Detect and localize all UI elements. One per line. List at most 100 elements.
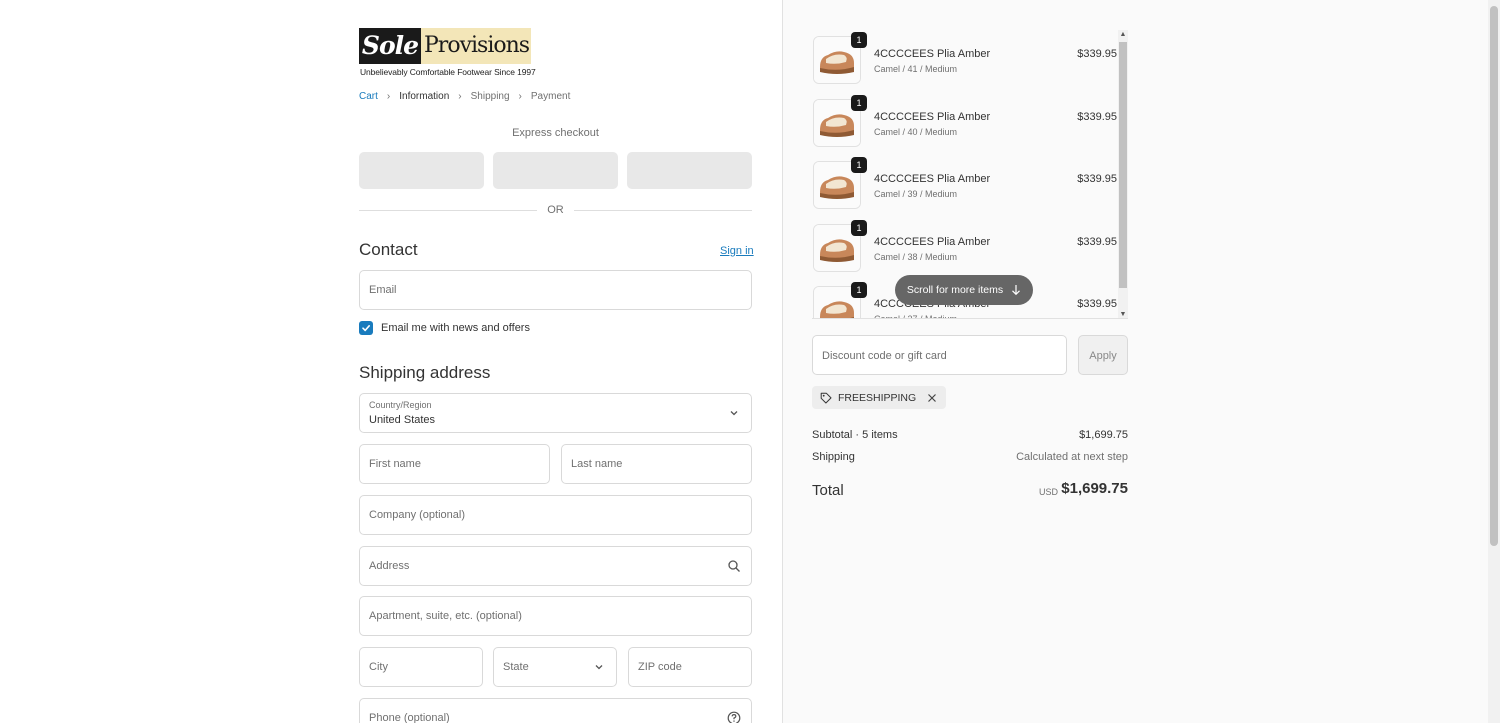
scroll-more-label: Scroll for more items — [906, 284, 1004, 296]
address-placeholder: Address — [369, 560, 410, 572]
shipping-value: Calculated at next step — [1016, 451, 1128, 463]
product-variant: Camel / 40 / Medium — [874, 126, 958, 137]
quantity-badge: 1 — [851, 219, 867, 236]
newsletter-checkbox[interactable] — [359, 321, 373, 335]
store-logo[interactable]: Sole Provisions Unbelievably Comfortable… — [359, 28, 536, 78]
apartment-field[interactable]: Apartment, suite, etc. (optional) — [359, 596, 752, 636]
product-price: $339.95 — [1077, 110, 1117, 123]
breadcrumb-shipping: Shipping — [470, 91, 510, 102]
chevron-down-icon — [595, 665, 603, 670]
apply-discount-button[interactable]: Apply — [1078, 335, 1128, 375]
help-icon[interactable] — [727, 711, 741, 723]
product-name: 4CCCCEES Plia Amber — [874, 173, 991, 185]
breadcrumb: Cart › Information › Shipping › Payment — [359, 91, 570, 102]
page-scrollbar[interactable] — [1488, 0, 1500, 723]
product-name: 4CCCCEES Plia Amber — [874, 110, 991, 123]
shipping-label: Shipping — [812, 451, 855, 463]
product-price: $339.95 — [1077, 48, 1117, 60]
contact-heading: Contact — [359, 240, 418, 259]
close-icon[interactable] — [926, 392, 938, 404]
country-label: Country/Region — [369, 400, 432, 410]
phone-placeholder: Phone (optional) — [369, 712, 450, 723]
phone-field[interactable]: Phone (optional) — [359, 698, 752, 723]
scroll-down-icon[interactable]: ▼ — [1118, 311, 1128, 318]
sign-in-link[interactable]: Sign in — [720, 245, 754, 257]
items-scrollbar-thumb[interactable] — [1119, 42, 1127, 288]
quantity-badge: 1 — [851, 94, 867, 111]
zip-field[interactable]: ZIP code — [628, 647, 752, 687]
last-name-placeholder: Last name — [571, 458, 623, 470]
zip-placeholder: ZIP code — [638, 661, 682, 673]
quantity-badge: 1 — [851, 282, 867, 298]
page-scrollbar-thumb[interactable] — [1490, 6, 1498, 546]
items-scrollbar[interactable]: ▲ ▼ — [1118, 30, 1128, 318]
or-label: OR — [547, 204, 564, 216]
address-field[interactable]: Address — [359, 546, 752, 586]
subtotal-value: $1,699.75 — [1079, 429, 1128, 441]
country-select[interactable]: Country/Region United States — [359, 393, 752, 433]
product-variant: Camel / 38 / Medium — [874, 251, 958, 262]
city-field[interactable]: City — [359, 647, 483, 687]
company-field[interactable]: Company (optional) — [359, 495, 752, 535]
product-price: $339.95 — [1077, 173, 1117, 185]
cart-item: 1 4CCCCEES Plia Amber Camel / 39 / Medium $… — [812, 155, 1117, 211]
currency-code: USD — [1038, 487, 1058, 497]
cart-item: 1 4CCCCEES Plia Amber Camel / 41 / Medium $… — [812, 30, 1117, 86]
product-variant: Camel / 39 / Medium — [874, 189, 958, 199]
quantity-badge: 1 — [851, 32, 867, 48]
discount-code-field[interactable]: Discount code or gift card — [812, 335, 1067, 375]
product-price: $339.95 — [1077, 298, 1117, 310]
last-name-field[interactable]: Last name — [561, 444, 752, 484]
shipping-address-heading: Shipping address — [359, 363, 491, 382]
checkmark-icon — [362, 325, 370, 332]
subtotal-label: Subtotal · 5 items — [812, 429, 898, 441]
cart-item: 1 4CCCCEES Plia Amber Camel / 38 / Medium $… — [812, 218, 1117, 274]
cart-item: 1 4CCCCEES Plia Amber Camel / 40 / Medium $… — [812, 93, 1117, 149]
discount-code-label: FREESHIPPING — [838, 391, 917, 404]
first-name-placeholder: First name — [369, 458, 421, 470]
express-pay-button-1[interactable] — [359, 152, 484, 189]
or-divider: OR — [359, 204, 752, 218]
state-placeholder: State — [503, 661, 529, 673]
total-row: Total USD $1,699.75 — [812, 480, 1128, 502]
chevron-right-icon: › — [518, 91, 522, 102]
breadcrumb-payment: Payment — [530, 91, 571, 102]
total-label: Total — [812, 482, 844, 499]
total-value: $1,699.75 — [1061, 480, 1128, 497]
chevron-down-icon — [730, 411, 738, 416]
newsletter-label: Email me with news and offers — [381, 322, 530, 334]
scroll-up-icon[interactable]: ▲ — [1118, 31, 1128, 38]
logo-tagline: Unbelievably Comfortable Footwear Since … — [360, 67, 536, 77]
applied-discount-tag: FREESHIPPING — [812, 386, 947, 409]
product-name: 4CCCCEES Plia Amber — [874, 48, 991, 60]
arrow-down-icon — [1012, 285, 1021, 296]
scroll-more-button[interactable]: Scroll for more items — [895, 275, 1033, 305]
product-name: 4CCCCEES Plia Amber — [874, 235, 991, 248]
chevron-right-icon: › — [458, 91, 462, 102]
product-price: $339.95 — [1077, 235, 1117, 248]
express-pay-button-3[interactable] — [627, 152, 752, 189]
discount-placeholder: Discount code or gift card — [822, 350, 947, 362]
first-name-field[interactable]: First name — [359, 444, 550, 484]
subtotal-row: Subtotal · 5 items $1,699.75 — [812, 429, 1128, 441]
tag-icon — [820, 392, 832, 403]
express-checkout-label: Express checkout — [512, 127, 599, 139]
chevron-right-icon: › — [386, 91, 391, 102]
product-variant: Camel / 41 / Medium — [874, 64, 958, 74]
shipping-row: Shipping Calculated at next step — [812, 451, 1128, 463]
breadcrumb-information: Information — [399, 91, 450, 102]
apartment-placeholder: Apartment, suite, etc. (optional) — [369, 610, 522, 622]
search-icon — [728, 560, 740, 572]
state-select[interactable]: State — [493, 647, 617, 687]
newsletter-option[interactable]: Email me with news and offers — [359, 321, 530, 335]
company-placeholder: Company (optional) — [369, 509, 465, 521]
express-pay-button-2[interactable] — [493, 152, 618, 189]
quantity-badge: 1 — [851, 157, 867, 173]
logo-word-provisions: Provisions — [424, 33, 530, 58]
email-field[interactable]: Email — [359, 270, 752, 310]
breadcrumb-cart[interactable]: Cart — [359, 91, 378, 102]
logo-word-sole: Sole — [359, 28, 421, 64]
product-variant: Camel / 37 / Medium — [874, 314, 958, 319]
country-value: United States — [369, 414, 436, 426]
city-placeholder: City — [369, 661, 388, 673]
